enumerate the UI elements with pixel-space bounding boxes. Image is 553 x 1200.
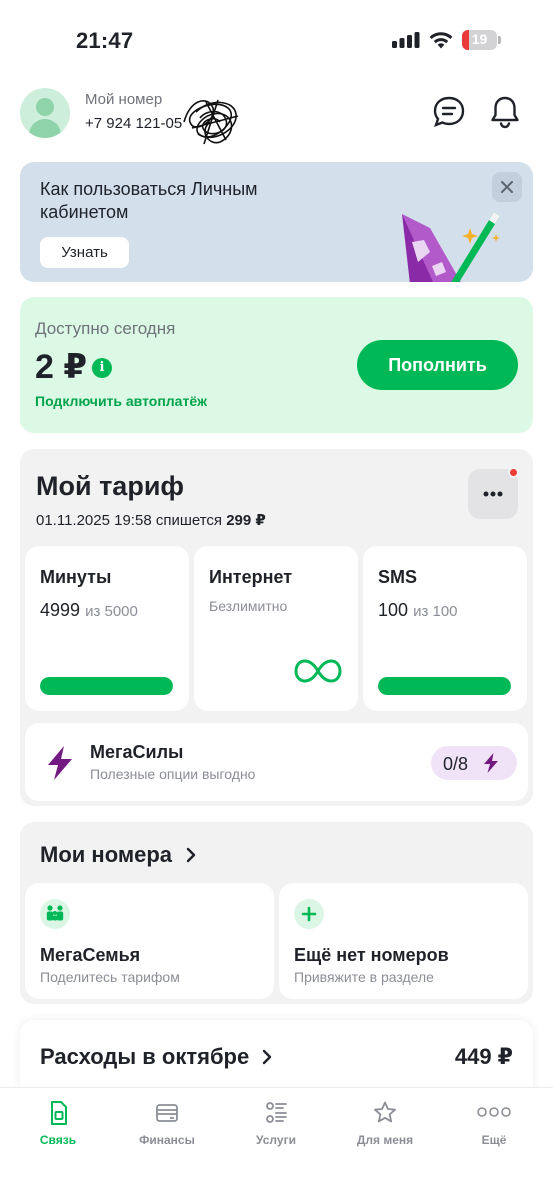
tab-more[interactable]: Ещё (444, 1100, 544, 1160)
lightning-icon (48, 746, 72, 780)
balance-card: Доступно сегодня 2 ₽ i Подключить автопл… (20, 297, 533, 433)
redaction-scribble (183, 99, 239, 145)
tariff-title: Мой тариф (36, 471, 185, 501)
autopay-link[interactable]: Подключить автоплатёж (35, 393, 207, 409)
lightning-small-icon (484, 753, 498, 773)
megafamily-subtitle: Поделитесь тарифом (40, 969, 180, 985)
tariff-charge-amount: 299 ₽ (226, 512, 266, 529)
minutes-title: Минуты (40, 567, 112, 587)
status-time: 21:47 (76, 28, 134, 53)
megafamily-title: МегаСемья (40, 945, 141, 965)
chevron-right-icon[interactable] (186, 847, 196, 863)
megafamily-card[interactable]: МегаСемья Поделитесь тарифом (25, 883, 274, 999)
megasily-row[interactable]: МегаСилы Полезные опции выгодно 0/8 (25, 723, 528, 801)
tab-for-me[interactable]: Для меня (335, 1100, 435, 1160)
internet-title: Интернет (209, 567, 293, 587)
bell-icon (491, 96, 519, 129)
more-dots-icon (483, 491, 503, 497)
balance-amount: 2 ₽ (35, 348, 88, 386)
minutes-value: 4999 из 5000 (40, 600, 138, 621)
balance-label: Доступно сегодня (35, 319, 176, 338)
profile-number[interactable]: +7 924 121-05 (85, 115, 182, 132)
wizard-hat-illustration (402, 212, 500, 282)
chat-button[interactable] (432, 94, 466, 130)
my-numbers-section: Мои номера МегаСемья Поделитесь тарифом … (20, 822, 533, 1004)
my-numbers-title[interactable]: Мои номера (40, 842, 172, 868)
sms-value: 100 из 100 (378, 600, 458, 621)
promo-learn-button[interactable]: Узнать (40, 237, 129, 268)
megasily-count: 0/8 (443, 754, 469, 774)
sim-icon (51, 1101, 67, 1125)
plus-icon (294, 899, 324, 929)
chat-icon (433, 96, 465, 128)
add-number-card[interactable]: Ещё нет номеров Привяжите в разделе (279, 883, 528, 999)
add-number-subtitle: Привяжите в разделе (294, 969, 434, 985)
sms-progress-bar (378, 677, 511, 695)
megasily-badge: 0/8 (431, 746, 517, 780)
notifications-button[interactable] (488, 94, 522, 130)
wallet-icon (156, 1104, 178, 1122)
tariff-charge-info: 01.11.2025 19:58 спишется 299 ₽ (36, 511, 266, 529)
status-bar: 21:47 19 (0, 0, 553, 80)
minutes-remaining: 4999 (40, 600, 81, 620)
info-icon[interactable]: i (92, 358, 112, 378)
tab-svyaz[interactable]: Связь (8, 1100, 108, 1160)
chevron-right-icon (262, 1049, 272, 1065)
internet-tile[interactable]: Интернет Безлимитно (194, 546, 358, 711)
services-icon (266, 1102, 287, 1123)
tariff-section: Мой тариф 01.11.2025 19:58 спишется 299 … (20, 449, 533, 806)
minutes-total: из 5000 (85, 603, 138, 620)
sms-title: SMS (378, 567, 418, 587)
tab-more-label: Ещё (481, 1133, 507, 1147)
star-icon (374, 1101, 396, 1123)
avatar[interactable] (20, 88, 70, 138)
promo-banner[interactable]: Как пользоваться Личным кабинетом Узнать (20, 162, 533, 282)
sms-remaining: 100 (378, 600, 409, 620)
tab-for-me-label: Для меня (356, 1133, 414, 1147)
tab-services[interactable]: Услуги (226, 1100, 326, 1160)
minutes-progress-bar (40, 677, 173, 695)
expenses-total: 449 ₽ (454, 1044, 513, 1069)
profile-label: Мой номер (85, 91, 163, 108)
family-icon (40, 899, 70, 929)
wifi-icon (429, 32, 453, 49)
tariff-charge-date: 01.11.2025 19:58 спишется (36, 512, 223, 529)
cellular-signal-icon (392, 32, 420, 48)
sms-total: из 100 (413, 603, 458, 620)
promo-title: Как пользоваться Личным кабинетом (40, 179, 258, 222)
battery-indicator: 19 (462, 30, 502, 50)
tariff-more-button[interactable] (468, 467, 519, 519)
internet-subtitle: Безлимитно (209, 598, 288, 614)
notification-dot (508, 467, 519, 478)
topup-button[interactable]: Пополнить (357, 340, 518, 390)
minutes-tile[interactable]: Минуты 4999 из 5000 (25, 546, 189, 711)
add-number-title: Ещё нет номеров (294, 945, 449, 965)
tab-services-label: Услуги (256, 1133, 296, 1147)
tab-finance[interactable]: Финансы (117, 1100, 217, 1160)
megasily-subtitle: Полезные опции выгодно (90, 766, 256, 782)
tab-svyaz-label: Связь (39, 1133, 77, 1147)
battery-level: 19 (471, 31, 488, 47)
tab-finance-label: Финансы (139, 1133, 195, 1147)
bottom-tab-bar: Связь Финансы Услуги Для меня Ещё (0, 1087, 553, 1200)
megasily-title: МегаСилы (90, 742, 184, 762)
infinity-icon (294, 659, 342, 683)
expenses-title: Расходы в октябре (40, 1044, 250, 1069)
more-icon (477, 1107, 511, 1117)
sms-tile[interactable]: SMS 100 из 100 (363, 546, 527, 711)
